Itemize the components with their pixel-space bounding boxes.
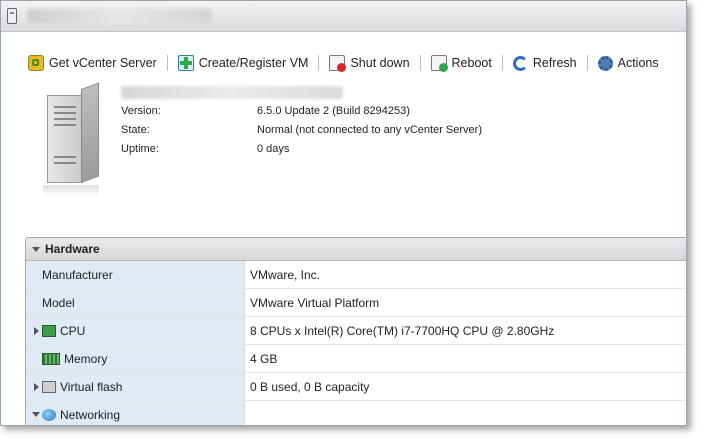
table-row: Manufacturer VMware, Inc. <box>26 261 686 289</box>
row-label: Model <box>42 295 75 310</box>
version-label: Version: <box>121 105 161 117</box>
title-bar <box>1 1 686 32</box>
reboot-button[interactable]: Reboot <box>430 55 492 72</box>
row-value: 4 GB <box>250 351 278 366</box>
globe-icon <box>42 408 56 421</box>
row-label: Networking <box>60 407 121 422</box>
table-row: Model VMware Virtual Platform <box>26 289 686 317</box>
version-value: 6.5.0 Update 2 (Build 8294253) <box>257 105 410 117</box>
row-value: 8 CPUs x Intel(R) Core(TM) i7-7700HQ CPU… <box>250 323 555 338</box>
toolbar-separator <box>166 55 168 71</box>
version-row: Version: 6.5.0 Update 2 (Build 8294253) <box>121 102 482 121</box>
register-vm-icon <box>177 55 194 71</box>
table-row[interactable]: CPU 8 CPUs x Intel(R) Core(TM) i7-7700HQ… <box>26 317 686 345</box>
host-window: Get vCenter Server Create/Register VM Sh… <box>0 0 687 426</box>
uptime-value: 0 days <box>257 143 290 155</box>
row-value: 0 B used, 0 B capacity <box>250 379 370 394</box>
host-icon <box>7 8 17 24</box>
refresh-icon <box>512 55 528 71</box>
get-vcenter-label: Get vCenter Server <box>49 56 157 70</box>
hardware-title: Hardware <box>45 242 100 256</box>
toolbar-separator <box>419 55 421 71</box>
gear-icon <box>597 55 613 71</box>
uptime-row: Uptime: 0 days <box>121 140 482 159</box>
collapse-icon <box>32 246 40 252</box>
shut-down-label: Shut down <box>350 56 410 70</box>
uptime-label: Uptime: <box>121 143 159 155</box>
redacted-title <box>27 9 212 23</box>
redacted-hostname <box>121 86 343 99</box>
table-row[interactable]: Networking <box>26 401 686 425</box>
table-row[interactable]: Virtual flash 0 B used, 0 B capacity <box>26 373 686 401</box>
state-label: State: <box>121 124 150 136</box>
refresh-button[interactable]: Refresh <box>512 55 577 71</box>
row-value <box>245 401 250 425</box>
reboot-icon <box>430 55 448 72</box>
expand-icon[interactable] <box>30 382 42 391</box>
row-value: VMware Virtual Platform <box>250 295 380 310</box>
get-vcenter-button[interactable]: Get vCenter Server <box>28 55 157 71</box>
actions-button[interactable]: Actions <box>597 55 659 71</box>
toolbar: Get vCenter Server Create/Register VM Sh… <box>28 53 659 73</box>
shut-down-button[interactable]: Shut down <box>329 55 410 72</box>
server-image <box>43 82 99 199</box>
power-off-icon <box>329 55 347 72</box>
create-register-vm-button[interactable]: Create/Register VM <box>177 55 309 71</box>
row-label: Memory <box>64 351 108 366</box>
expand-icon[interactable] <box>30 326 42 335</box>
row-label: Manufacturer <box>42 267 113 282</box>
memory-icon <box>42 352 60 365</box>
hardware-header[interactable]: Hardware <box>26 238 686 261</box>
cpu-icon <box>42 324 56 337</box>
host-summary: Version: 6.5.0 Update 2 (Build 8294253) … <box>121 102 482 159</box>
row-label: CPU <box>60 323 86 338</box>
reboot-label: Reboot <box>451 56 492 70</box>
hardware-portlet: Hardware Manufacturer VMware, Inc. Model… <box>25 237 686 425</box>
toolbar-separator <box>586 55 588 71</box>
vcenter-icon <box>28 55 44 71</box>
collapse-icon[interactable] <box>30 412 42 417</box>
toolbar-separator <box>318 55 320 71</box>
state-value: Normal (not connected to any vCenter Ser… <box>257 124 482 136</box>
table-row: Memory 4 GB <box>26 345 686 373</box>
state-row: State: Normal (not connected to any vCen… <box>121 121 482 140</box>
refresh-label: Refresh <box>532 56 577 70</box>
row-value: VMware, Inc. <box>250 267 321 282</box>
create-register-label: Create/Register VM <box>198 56 309 70</box>
flash-icon <box>42 380 56 393</box>
row-label: Virtual flash <box>60 379 123 394</box>
toolbar-separator <box>501 55 503 71</box>
actions-label: Actions <box>617 56 659 70</box>
